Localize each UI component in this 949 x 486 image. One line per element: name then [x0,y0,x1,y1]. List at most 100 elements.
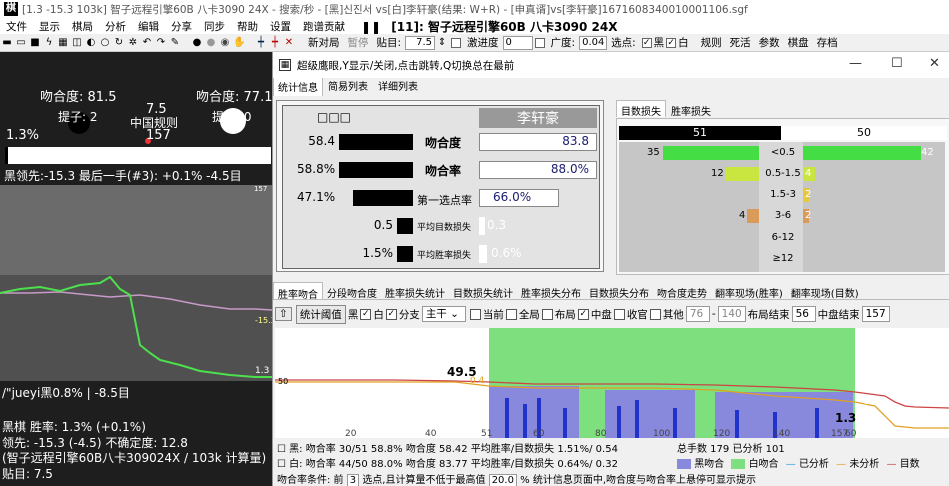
winrate-graph[interactable]: -15.3 1.3 157 [0,185,272,381]
tab-flip-score[interactable]: 翻率现场(目数) [787,282,863,299]
params-button[interactable]: 参数 [755,35,784,50]
close-icon[interactable]: ✕ [929,56,940,71]
circle-icon[interactable]: ○ [99,37,111,49]
up-arrow-icon[interactable]: ⇧ [275,307,292,321]
middle-end-input[interactable]: 157 [861,306,890,322]
winrate-percent: 1.3% [6,128,40,143]
redo-icon[interactable]: ↷ [155,37,167,49]
gray-stone-icon[interactable]: ● [205,37,217,49]
pause-button[interactable]: 暂停 [344,35,373,50]
trunk-select[interactable]: 主干 ⌄ [421,306,466,322]
tab-score-loss-dist[interactable]: 目数损失分布 [585,282,653,299]
menu-help[interactable]: 帮助 [231,19,264,34]
point-white-checkbox[interactable]: ✓ [666,37,677,48]
opening-end-input[interactable]: 56 [791,306,816,322]
tab-simple-list[interactable]: 简易列表 [323,75,373,96]
width-input[interactable]: 0.04 [579,35,608,50]
threshold-button[interactable]: 统计阈值 [295,304,346,324]
delete-icon[interactable]: ┿ [269,37,281,49]
other-checkbox[interactable] [649,308,661,320]
ctrl-white-checkbox[interactable]: ✓ [360,308,372,320]
chart-icon[interactable]: ◫ [71,37,83,49]
komi-input[interactable]: 7.5 [405,35,436,50]
menu-edit[interactable]: 编辑 [132,19,165,34]
file-icon[interactable]: ▭ [15,37,27,49]
life-death-button[interactable]: 死活 [726,35,755,50]
menu-view[interactable]: 显示 [33,19,66,34]
tab-winrate-loss-stats[interactable]: 胜率损失统计 [381,282,449,299]
dark-stone-icon[interactable]: ◉ [219,37,231,49]
middle-checkbox[interactable]: ✓ [577,308,589,320]
menu-share[interactable]: 分享 [165,19,198,34]
tab-score-loss-stats[interactable]: 目数损失统计 [449,282,517,299]
tab-winrate-match[interactable]: 胜率吻合 [273,282,323,299]
progress-label: 激进度 [467,37,499,49]
tab-match-trend[interactable]: 吻合度走势 [653,282,711,299]
white-summary-text: 白: 吻合率 44/50 88.0% 吻合度 83.77 平均胜率/目数损失 0… [289,459,618,470]
insert-icon[interactable]: ┿ [255,37,267,49]
black-first-choice-bar [353,190,413,206]
half-circle-icon[interactable]: ◐ [85,37,97,49]
chart-label-m153: -15.3 [860,396,886,407]
winrate-match-chart[interactable]: 49.5 0.4 -15.3 1.3 50 20 40 51 60 80 100… [275,328,949,438]
tab-detail-list[interactable]: 详细列表 [373,75,423,96]
ctrl-branch-checkbox[interactable]: ✓ [385,308,397,320]
white-loss-area [803,142,945,272]
opening-checkbox[interactable] [541,308,553,320]
cond-pct-input[interactable]: 20.0 [488,474,517,486]
width-checkbox[interactable] [534,37,545,48]
new-game-button[interactable]: 新对局 [304,35,344,50]
chart-bg-opening [275,328,489,438]
menu-contribute[interactable]: 跑谱贡献 [297,19,351,34]
open-folder-icon[interactable]: ▬ [1,37,13,49]
flash-icon[interactable]: ϟ [43,37,55,49]
menu-file[interactable]: 文件 [0,19,33,34]
hand-icon[interactable]: ✋ [233,37,245,49]
white-match-legend: 白吻合 [748,459,779,470]
menu-sync[interactable]: 同步 [198,19,231,34]
other-to-input[interactable]: 140 [717,306,746,322]
black-match-legend: 黑吻合 [694,459,725,470]
gear-icon[interactable]: ✲ [127,37,139,49]
point-white-label: 白 [678,37,689,49]
board-button[interactable]: 棋盘 [784,35,813,50]
refresh-icon[interactable]: ↻ [113,37,125,49]
menu-settings[interactable]: 设置 [264,19,297,34]
tab-stats[interactable]: 统计信息 [273,76,323,96]
grid-icon[interactable]: ▦ [57,37,69,49]
black-match-degree-bar [339,134,413,150]
match-bar [673,408,677,438]
black-stone-icon[interactable]: ● [191,37,203,49]
tab-winrate-loss-dist[interactable]: 胜率损失分布 [517,282,585,299]
point-black-checkbox[interactable]: ✓ [641,37,652,48]
menu-game[interactable]: 棋局 [66,19,99,34]
other-from-input[interactable]: 76 [685,306,710,322]
app-window: 棋 [1.3 -15.3 103k] 智子远程引擎60B 八卡3090 24X … [0,0,949,486]
white-checkbox-small[interactable]: ☐ [277,459,286,470]
endgame-checkbox[interactable] [613,308,625,320]
minimize-icon[interactable]: — [849,56,862,71]
score-legend: 目数 [899,459,920,470]
save-icon[interactable]: ■ [29,37,41,49]
tab-flip-winrate[interactable]: 翻率现场(胜率) [711,282,787,299]
undo-icon[interactable]: ↶ [141,37,153,49]
pen-icon[interactable]: ✎ [169,37,181,49]
tab-win-loss[interactable]: 胜率损失 [666,100,716,118]
dialog-titlebar: ▦ 超级鹰眼,Y显示/关闭,点击跳转,Q切换总在最前 — ☐ ✕ [273,52,949,78]
close-icon[interactable]: ✕ [283,37,295,49]
komi-spin-icon[interactable]: ⇕ [436,37,448,49]
white-captures-label: 提子: [212,110,241,124]
black-checkbox-small[interactable]: ☐ [277,444,286,455]
progress-checkbox[interactable] [451,37,462,48]
tab-score-loss[interactable]: 目数损失 [616,100,666,118]
tab-segment-match[interactable]: 分段吻合度 [323,282,381,299]
menu-analysis[interactable]: 分析 [99,19,132,34]
rules-button[interactable]: 规则 [697,35,726,50]
current-checkbox[interactable] [469,308,481,320]
archive-button[interactable]: 存档 [813,35,842,50]
loss-grid: 35 <0.5 42 12 0.5-1.5 4 1.5-3 2 4 3-6 2 … [619,142,945,272]
whole-checkbox[interactable] [505,308,517,320]
cond-n-input[interactable]: 3 [346,474,360,486]
maximize-icon[interactable]: ☐ [891,56,903,71]
progress-input[interactable]: 0 [502,35,533,50]
